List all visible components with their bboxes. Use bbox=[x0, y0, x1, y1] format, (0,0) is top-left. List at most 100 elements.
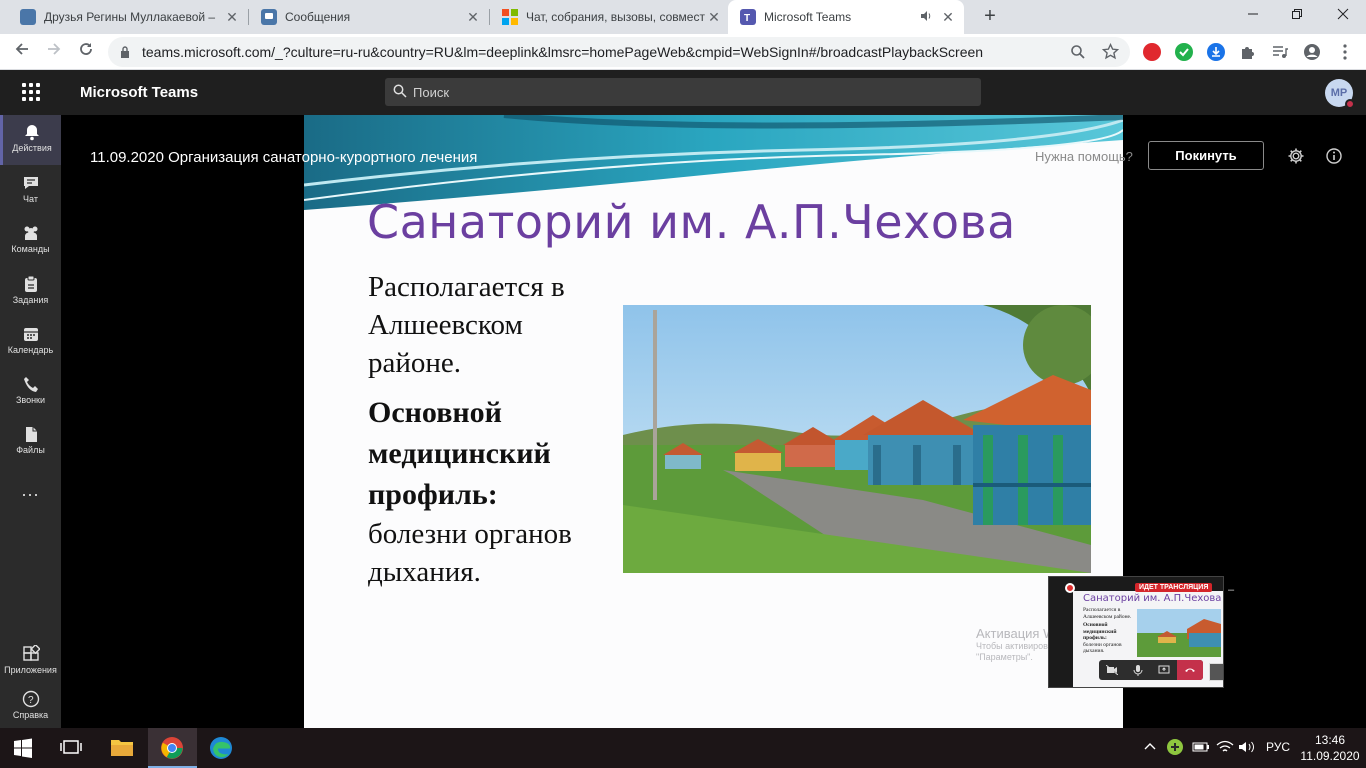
download-extension-icon[interactable] bbox=[1207, 43, 1225, 61]
rail-item-chat[interactable]: Чат bbox=[0, 166, 61, 216]
battery-icon[interactable] bbox=[1192, 740, 1210, 757]
browser-tab[interactable]: Чат, собрания, вызовы, совмест ✕ bbox=[490, 0, 730, 34]
preview-minimize-icon[interactable]: – bbox=[1228, 584, 1234, 596]
rail-item-label: Действия bbox=[12, 143, 52, 153]
microphone-icon[interactable] bbox=[1125, 660, 1151, 680]
check-extension-icon[interactable] bbox=[1175, 43, 1193, 61]
zoom-icon[interactable] bbox=[1070, 44, 1086, 65]
tray-chevron-up-icon[interactable] bbox=[1143, 740, 1157, 757]
meeting-title: 11.09.2020 Организация санаторно-курортн… bbox=[90, 149, 478, 166]
rail-item-apps[interactable]: Приложения bbox=[0, 637, 61, 687]
rail-item-label: Звонки bbox=[15, 395, 46, 405]
slide-title: Санаторий им. А.П.Чехова bbox=[367, 195, 1016, 249]
settings-gear-icon[interactable] bbox=[1287, 147, 1305, 165]
vk-messages-icon bbox=[261, 9, 277, 25]
rail-item-label: Приложения bbox=[4, 665, 57, 675]
lock-icon[interactable] bbox=[120, 45, 130, 58]
info-icon[interactable] bbox=[1325, 147, 1343, 165]
speaker-icon[interactable] bbox=[920, 10, 936, 25]
rail-item-label: Файлы bbox=[16, 445, 45, 455]
chrome-icon[interactable] bbox=[160, 736, 184, 760]
vk-icon bbox=[20, 9, 36, 25]
camera-off-icon[interactable] bbox=[1099, 660, 1125, 680]
task-view-icon[interactable] bbox=[60, 736, 84, 760]
rail-item-files[interactable]: Файлы bbox=[0, 417, 61, 467]
adblock-extension-icon[interactable] bbox=[1143, 43, 1161, 61]
address-bar[interactable]: teams.microsoft.com/_?culture=ru-ru&coun… bbox=[108, 37, 1130, 67]
svg-text:?: ? bbox=[28, 695, 34, 706]
browser-tab[interactable]: Друзья Регины Муллакаевой – ✕ bbox=[8, 0, 248, 34]
rail-item-assignments[interactable]: Задания bbox=[0, 267, 61, 317]
window-close-button[interactable] bbox=[1320, 0, 1366, 32]
browser-tab-active[interactable]: T Microsoft Teams ✕ bbox=[728, 0, 964, 34]
file-explorer-icon[interactable] bbox=[110, 736, 134, 760]
browser-tab[interactable]: Сообщения ✕ bbox=[249, 0, 489, 34]
share-screen-icon[interactable] bbox=[1151, 660, 1177, 680]
slide-body: Располагается в Алшеевском районе. Основ… bbox=[368, 268, 623, 591]
more-apps-button[interactable]: ... bbox=[0, 480, 61, 501]
search-icon bbox=[393, 84, 407, 103]
rail-item-calendar[interactable]: Календарь bbox=[0, 317, 61, 367]
tab-close-icon[interactable]: ✕ bbox=[465, 9, 481, 26]
tab-close-icon[interactable]: ✕ bbox=[940, 9, 956, 26]
tray-app-icon[interactable] bbox=[1166, 738, 1184, 759]
tab-close-icon[interactable]: ✕ bbox=[224, 9, 240, 26]
profile-icon[interactable] bbox=[1303, 43, 1321, 61]
bookmark-star-icon[interactable] bbox=[1101, 42, 1120, 65]
assignments-icon bbox=[22, 275, 40, 293]
reload-button[interactable] bbox=[74, 40, 98, 64]
preview-thumbnail[interactable] bbox=[1209, 663, 1223, 681]
browser-tab-strip: Друзья Регины Муллакаевой – ✕ Сообщения … bbox=[0, 0, 1366, 34]
new-tab-button[interactable]: + bbox=[978, 5, 1002, 29]
extensions-puzzle-icon[interactable] bbox=[1239, 43, 1257, 61]
help-icon: ? bbox=[22, 690, 40, 708]
maximize-button[interactable] bbox=[1274, 0, 1320, 32]
tab-title: Чат, собрания, вызовы, совмест bbox=[526, 10, 705, 24]
hang-up-icon[interactable] bbox=[1177, 660, 1203, 680]
chat-icon bbox=[22, 174, 40, 192]
broadcast-preview-window[interactable]: Санаторий им. А.П.Чехова Располагается в… bbox=[1048, 576, 1224, 688]
wifi-icon[interactable] bbox=[1216, 740, 1234, 757]
help-link[interactable]: Нужна помощь? bbox=[1035, 149, 1133, 164]
status-badge bbox=[1345, 99, 1355, 109]
clock-time: 13:46 bbox=[1314, 733, 1346, 747]
leave-button[interactable]: Покинуть bbox=[1148, 141, 1264, 170]
rail-item-teams[interactable]: Команды bbox=[0, 216, 61, 266]
preview-slide-line: Располагается в Алшеевском районе. bbox=[1083, 607, 1132, 620]
tab-title: Друзья Регины Муллакаевой – bbox=[44, 10, 216, 24]
back-button[interactable] bbox=[10, 40, 34, 64]
chrome-menu-icon[interactable] bbox=[1336, 43, 1354, 61]
tab-title: Сообщения bbox=[285, 10, 351, 24]
taskbar-clock[interactable]: 13:46 11.09.2020 bbox=[1300, 732, 1360, 764]
presentation-slide: Санаторий им. А.П.Чехова Располагается в… bbox=[304, 115, 1123, 728]
app-launcher-icon[interactable] bbox=[22, 83, 40, 101]
media-playlist-icon[interactable] bbox=[1271, 43, 1289, 61]
forward-button[interactable] bbox=[42, 40, 66, 64]
windows-start-icon[interactable] bbox=[13, 736, 37, 760]
teams-group-icon bbox=[22, 224, 40, 242]
rail-item-activity[interactable]: Действия bbox=[0, 115, 61, 165]
preview-photo bbox=[1137, 609, 1221, 657]
volume-icon[interactable] bbox=[1238, 740, 1256, 757]
rail-item-help[interactable]: ? Справка bbox=[0, 688, 61, 728]
rail-item-calls[interactable]: Звонки bbox=[0, 367, 61, 417]
tab-close-icon[interactable]: ✕ bbox=[706, 9, 722, 26]
url-text[interactable]: teams.microsoft.com/_?culture=ru-ru&coun… bbox=[142, 44, 983, 60]
tab-title: Microsoft Teams bbox=[764, 10, 852, 24]
slide-profile-heading: Основной медицинский профиль: bbox=[368, 396, 551, 511]
minimize-button[interactable] bbox=[1230, 0, 1276, 32]
microsoft-icon bbox=[502, 9, 518, 25]
rail-item-label: Чат bbox=[23, 194, 38, 204]
svg-text:T: T bbox=[744, 13, 750, 24]
rail-item-label: Справка bbox=[12, 710, 49, 720]
clock-date: 11.09.2020 bbox=[1300, 749, 1360, 763]
search-input[interactable]: Поиск bbox=[385, 78, 981, 106]
edge-icon[interactable] bbox=[209, 736, 233, 760]
avatar-initials: MP bbox=[1330, 87, 1348, 99]
search-placeholder: Поиск bbox=[413, 85, 450, 100]
input-language-indicator[interactable]: РУС bbox=[1266, 740, 1290, 754]
rail-item-label: Задания bbox=[12, 295, 49, 305]
preview-slide-title: Санаторий им. А.П.Чехова bbox=[1083, 593, 1222, 604]
slide-location-text: Располагается в Алшеевском районе. bbox=[368, 271, 565, 379]
avatar[interactable]: MP bbox=[1325, 79, 1355, 109]
